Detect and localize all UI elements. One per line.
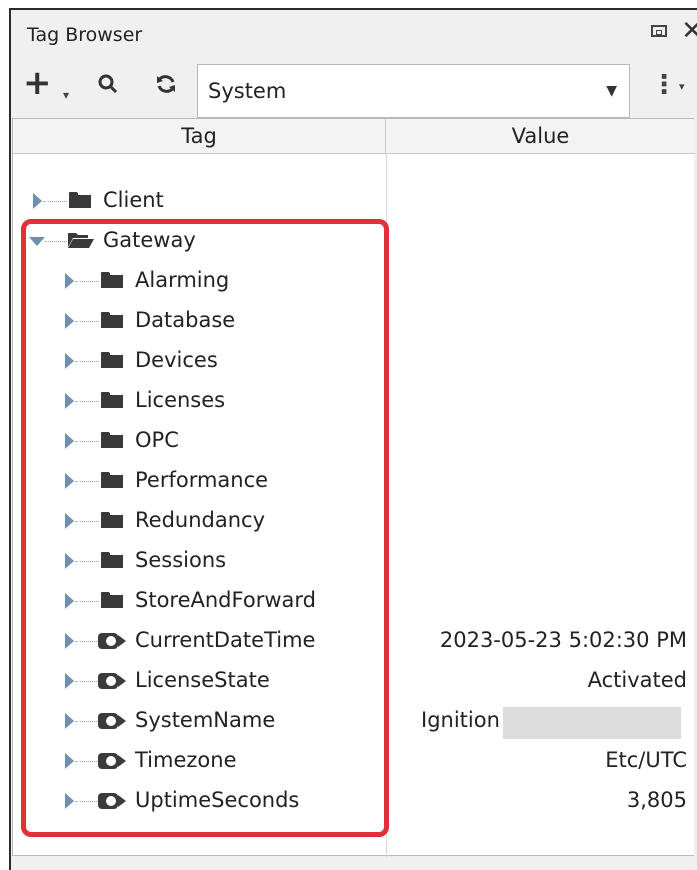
tag-provider-select[interactable]: System ▼	[197, 64, 630, 118]
expand-arrow-icon[interactable]	[65, 433, 74, 449]
tag-icon	[97, 631, 127, 651]
expand-arrow-icon[interactable]	[65, 793, 74, 809]
folder-icon	[101, 392, 123, 408]
chevron-down-icon[interactable]: ▼	[606, 83, 617, 99]
tree-label: Licenses	[135, 388, 226, 412]
folder-open-icon	[67, 231, 94, 249]
tag-icon	[97, 711, 127, 731]
tree-label: CurrentDateTime	[135, 628, 316, 652]
tree-label: UptimeSeconds	[135, 788, 300, 812]
tree-row-folder[interactable]: Alarming	[13, 261, 695, 301]
folder-icon	[101, 312, 123, 328]
close-icon[interactable]: ✕	[681, 18, 697, 44]
tag-value: 3,805	[626, 788, 687, 812]
search-icon[interactable]	[97, 72, 119, 102]
tree-row-client[interactable]: Client	[13, 181, 695, 221]
tree-label: Client	[103, 188, 164, 212]
expand-arrow-icon[interactable]	[65, 353, 74, 369]
redacted-block	[503, 707, 681, 739]
folder-icon	[101, 552, 123, 568]
tree-row-tag[interactable]: UptimeSeconds 3,805	[13, 781, 695, 821]
tree-row-folder[interactable]: OPC	[13, 421, 695, 461]
tree-row-folder[interactable]: Performance	[13, 461, 695, 501]
tree-label: StoreAndForward	[135, 588, 316, 612]
folder-icon	[69, 192, 91, 208]
tree-row-tag[interactable]: SystemName Ignition	[13, 701, 695, 741]
folder-icon	[101, 352, 123, 368]
expand-arrow-icon[interactable]	[65, 753, 74, 769]
expand-arrow-icon[interactable]	[65, 513, 74, 529]
tree-label: Redundancy	[135, 508, 265, 532]
collapse-arrow-icon[interactable]	[29, 237, 45, 246]
tree-label: Performance	[135, 468, 269, 492]
tree-row-folder[interactable]: Licenses	[13, 381, 695, 421]
expand-arrow-icon[interactable]	[65, 313, 74, 329]
folder-icon	[101, 592, 123, 608]
tag-value: Activated	[587, 668, 687, 692]
folder-icon	[101, 472, 123, 488]
expand-arrow-icon[interactable]	[65, 473, 74, 489]
tag-icon	[97, 791, 127, 811]
tree-row-tag[interactable]: CurrentDateTime 2023-05-23 5:02:30 PM	[13, 621, 695, 661]
expand-arrow-icon[interactable]	[65, 273, 74, 289]
tag-value: 2023-05-23 5:02:30 PM	[439, 628, 687, 652]
tree-label: SystemName	[135, 708, 276, 732]
tree-row-folder[interactable]: StoreAndForward	[13, 581, 695, 621]
tree-row-tag[interactable]: LicenseState Activated	[13, 661, 695, 701]
tree-label: Alarming	[135, 268, 230, 292]
folder-icon	[101, 432, 123, 448]
chevron-down-icon[interactable]: ▾	[679, 80, 685, 93]
tree-row-folder[interactable]: Sessions	[13, 541, 695, 581]
tag-value: Etc/UTC	[605, 748, 687, 772]
tree-label: Timezone	[135, 748, 237, 772]
tree-label: Gateway	[103, 228, 196, 252]
restore-icon[interactable]	[651, 25, 668, 37]
tree-row-gateway[interactable]: Gateway	[13, 221, 695, 261]
expand-arrow-icon[interactable]	[65, 713, 74, 729]
tag-icon	[97, 671, 127, 691]
folder-icon	[101, 512, 123, 528]
column-header-value[interactable]: Value	[386, 119, 695, 154]
tree-row-folder[interactable]: Redundancy	[13, 501, 695, 541]
panel-title: Tag Browser	[27, 24, 143, 46]
expand-arrow-icon[interactable]	[33, 193, 42, 209]
column-header-tag[interactable]: Tag	[13, 119, 386, 154]
plus-icon[interactable]: +	[23, 66, 52, 100]
tag-icon	[97, 751, 127, 771]
expand-arrow-icon[interactable]	[65, 633, 74, 649]
expand-arrow-icon[interactable]	[65, 553, 74, 569]
tag-provider-value: System	[208, 79, 287, 103]
tree-label: LicenseState	[135, 668, 270, 692]
tree-row-tag[interactable]: Timezone Etc/UTC	[13, 741, 695, 781]
toolbar: + ▾ System ▼ ⋮ ▾	[11, 58, 697, 122]
tag-table: Tag Value Client Gateway Alarming Databa…	[12, 118, 695, 857]
expand-arrow-icon[interactable]	[65, 673, 74, 689]
expand-arrow-icon[interactable]	[65, 593, 74, 609]
tree-row-folder[interactable]: Database	[13, 301, 695, 341]
tree-label: Database	[135, 308, 236, 332]
expand-arrow-icon[interactable]	[65, 393, 74, 409]
chevron-down-icon[interactable]: ▾	[63, 80, 69, 110]
refresh-icon[interactable]	[155, 72, 177, 102]
title-bar: Tag Browser ✕	[11, 10, 697, 58]
tag-value: Ignition	[421, 708, 500, 732]
kebab-menu-icon[interactable]: ⋮	[651, 70, 677, 100]
tree-row-folder[interactable]: Devices	[13, 341, 695, 381]
tree-label: Sessions	[135, 548, 227, 572]
folder-icon	[101, 272, 123, 288]
tree-label: OPC	[135, 428, 179, 452]
tree-label: Devices	[135, 348, 218, 372]
